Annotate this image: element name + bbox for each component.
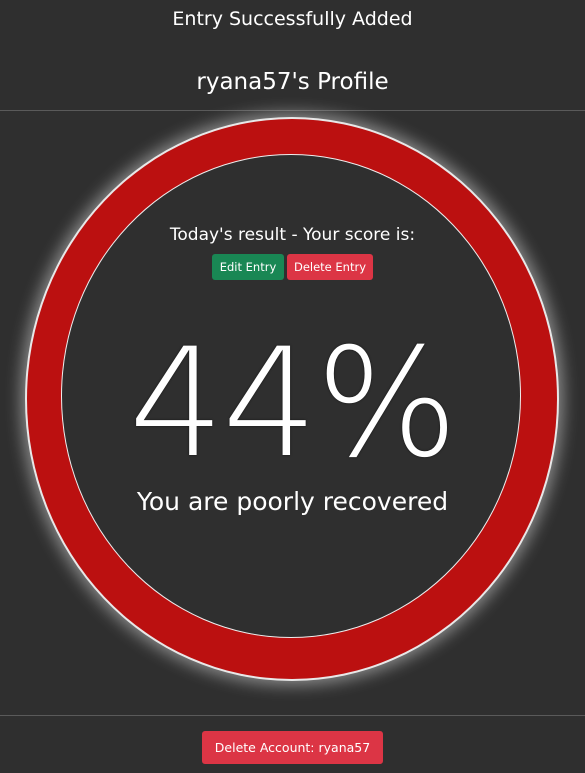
profile-page: Entry Successfully Added ryana57's Profi… (0, 0, 585, 773)
entry-actions: Edit Entry Delete Entry (0, 254, 585, 280)
score-value: 44% (128, 317, 458, 491)
delete-account-button[interactable]: Delete Account: ryana57 (202, 731, 383, 764)
page-title: ryana57's Profile (196, 69, 389, 95)
delete-entry-button[interactable]: Delete Entry (287, 254, 373, 280)
header-divider (0, 110, 585, 111)
recovery-status: You are poorly recovered (136, 487, 449, 516)
flash-message: Entry Successfully Added (172, 8, 413, 30)
result-label: Today's result - Your score is: (169, 225, 416, 245)
footer-divider (0, 715, 585, 716)
edit-entry-button[interactable]: Edit Entry (212, 254, 284, 280)
